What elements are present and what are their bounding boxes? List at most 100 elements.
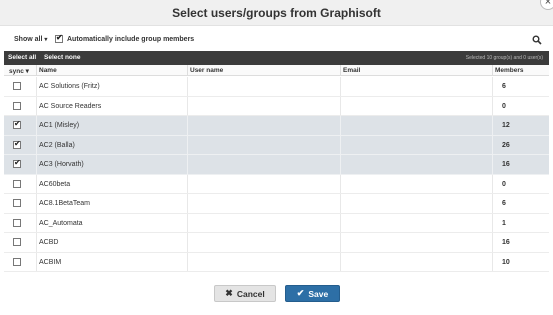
table-row[interactable]: ACBD 16 [4, 233, 549, 253]
table-row[interactable]: AC3 (Horvath) 16 [4, 155, 549, 175]
search-icon[interactable] [532, 35, 542, 45]
column-divider [36, 252, 37, 271]
column-divider [340, 213, 341, 232]
column-divider [36, 155, 37, 174]
sync-checkbox[interactable] [13, 257, 21, 266]
column-divider [492, 116, 493, 135]
table-row[interactable]: AC8.1BetaTeam 6 [4, 194, 549, 214]
column-divider [340, 77, 341, 96]
column-divider [187, 155, 188, 174]
column-divider [36, 135, 37, 154]
column-divider [187, 252, 188, 271]
dialog-title: Select users/groups from Graphisoft [172, 6, 381, 20]
member-count: 10 [502, 258, 510, 266]
sync-checkbox[interactable] [13, 179, 21, 188]
column-divider [340, 174, 341, 193]
auto-include-label: Automatically include group members [67, 35, 195, 43]
dialog-titlebar: Select users/groups from Graphisoft × [0, 0, 553, 26]
auto-include-option[interactable]: Automatically include group members [55, 33, 195, 43]
table-row[interactable]: AC Source Readers 0 [4, 96, 549, 116]
selection-count: Selected 10 group(s) and 0 user(s) [465, 55, 543, 61]
column-divider [340, 233, 341, 252]
member-count: 16 [502, 161, 510, 168]
column-divider [36, 65, 37, 76]
dialog-footer: ✖ Cancel ✔ Save [0, 276, 553, 315]
column-divider [492, 194, 493, 213]
select-none-button[interactable]: Select none [44, 54, 80, 61]
column-divider [36, 174, 37, 193]
close-icon: ✖ [225, 288, 233, 298]
table-row[interactable]: AC2 (Balla) 26 [4, 135, 549, 155]
save-button[interactable]: ✔ Save [285, 285, 340, 302]
group-name: AC Solutions (Fritz) [39, 83, 100, 90]
select-all-button[interactable]: Select all [8, 54, 36, 61]
column-header-email[interactable]: Email [343, 67, 360, 74]
sync-checkbox[interactable] [13, 158, 21, 168]
sync-checkbox[interactable] [13, 238, 21, 246]
column-divider [492, 252, 493, 271]
sync-checkbox[interactable] [13, 101, 21, 110]
table-row[interactable]: ACBIM 10 [4, 252, 549, 272]
column-divider [187, 135, 188, 154]
sync-checkbox[interactable] [13, 139, 21, 149]
groups-table-body: AC Solutions (Fritz)6AC Source Readers0A… [4, 77, 549, 272]
sync-checkbox[interactable] [13, 218, 21, 227]
column-divider [187, 116, 188, 135]
column-divider [340, 116, 341, 135]
column-divider [187, 233, 188, 252]
column-divider [492, 135, 493, 154]
group-name: AC_Automata [39, 219, 83, 227]
column-divider [187, 65, 188, 76]
member-count: 0 [502, 180, 506, 188]
column-divider [492, 65, 493, 76]
group-name: AC Source Readers [39, 102, 102, 110]
column-divider [492, 174, 493, 193]
column-divider [187, 77, 188, 96]
sync-checkbox[interactable] [13, 82, 21, 90]
column-divider [340, 155, 341, 174]
group-name: ACBD [39, 239, 59, 246]
column-divider [187, 96, 188, 115]
member-count: 1 [502, 219, 506, 227]
column-header-sync[interactable]: sync ▾ [9, 67, 29, 75]
column-divider [36, 233, 37, 252]
column-divider [187, 194, 188, 213]
sync-checkbox[interactable] [13, 119, 21, 129]
show-all-label: Show all [14, 36, 43, 43]
show-all-dropdown[interactable]: Show all ▾ [14, 36, 47, 43]
cancel-button[interactable]: ✖ Cancel [214, 285, 276, 302]
table-row[interactable]: AC1 (Misley) 12 [4, 116, 549, 136]
chevron-down-icon: ▾ [44, 37, 48, 43]
group-name: ACBIM [39, 258, 62, 266]
table-header: sync ▾ Name User name Email Members [4, 65, 549, 76]
member-count: 6 [502, 200, 506, 207]
column-divider [492, 233, 493, 252]
column-divider [492, 96, 493, 115]
column-divider [492, 77, 493, 96]
member-count: 16 [502, 239, 510, 246]
column-header-username[interactable]: User name [190, 67, 223, 74]
column-header-members[interactable]: Members [495, 67, 524, 74]
column-divider [36, 194, 37, 213]
column-divider [36, 213, 37, 232]
column-divider [340, 194, 341, 213]
selection-actionbar: Select all Select none Selected 10 group… [4, 51, 549, 65]
column-header-name[interactable]: Name [39, 67, 57, 74]
check-icon: ✔ [296, 288, 305, 298]
sync-checkbox[interactable] [13, 199, 21, 207]
table-row[interactable]: AC Solutions (Fritz) 6 [4, 77, 549, 97]
column-divider [340, 252, 341, 271]
column-divider [187, 213, 188, 232]
column-divider [340, 96, 341, 115]
member-count: 6 [502, 83, 506, 90]
table-row[interactable]: AC_Automata 1 [4, 213, 549, 233]
column-divider [340, 135, 341, 154]
auto-include-checkbox[interactable] [55, 33, 63, 43]
group-name: AC3 (Horvath) [39, 161, 84, 168]
cancel-label: Cancel [236, 288, 265, 299]
member-count: 12 [502, 122, 510, 129]
group-name: AC60beta [39, 180, 71, 188]
column-divider [492, 155, 493, 174]
table-row[interactable]: AC60beta 0 [4, 174, 549, 194]
toolbar: Show all▾ Automatically include group me… [0, 30, 553, 50]
